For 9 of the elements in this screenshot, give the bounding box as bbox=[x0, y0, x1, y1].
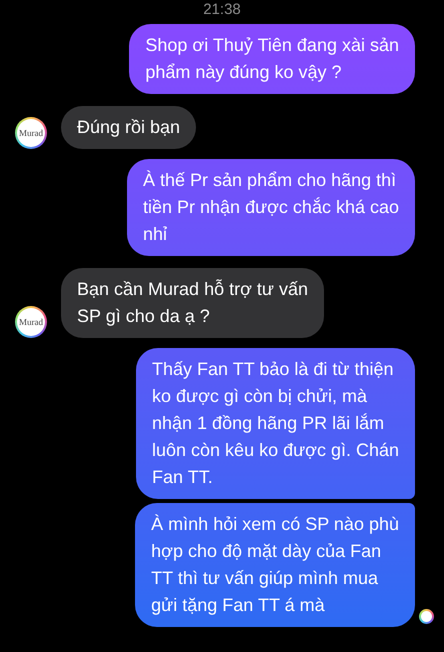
sent-message-bubble: À mình hỏi xem có SP nào phù hợp cho độ mặt dày của Fan TT thì tư vấn giúp mình mua gửi tặng Fan TT á mà bbox=[135, 503, 415, 627]
sent-message-bubble: Shop ơi Thuỷ Tiên đang xài sản phẩm này đúng ko vậy ? bbox=[129, 24, 415, 94]
sent-message-bubble: À thế Pr sản phẩm cho hãng thì tiền Pr nhận được chắc khá cao nhỉ bbox=[127, 159, 415, 256]
received-message-bubble: Bạn cần Murad hỗ trợ tư vấn SP gì cho da ạ ? bbox=[61, 268, 324, 338]
timestamp: 21:38 bbox=[203, 0, 241, 18]
brand-logo-text: Murad bbox=[19, 318, 43, 326]
received-message-bubble: Đúng rồi bạn bbox=[61, 106, 196, 149]
sent-message-bubble: Thấy Fan TT bảo là đi từ thiện ko được gì còn bị chửi, mà nhận 1 đồng hãng PR lãi lắm luôn còn kêu ko được gì. Chán Fan TT. bbox=[136, 348, 415, 499]
brand-logo-text: Murad bbox=[19, 128, 43, 138]
